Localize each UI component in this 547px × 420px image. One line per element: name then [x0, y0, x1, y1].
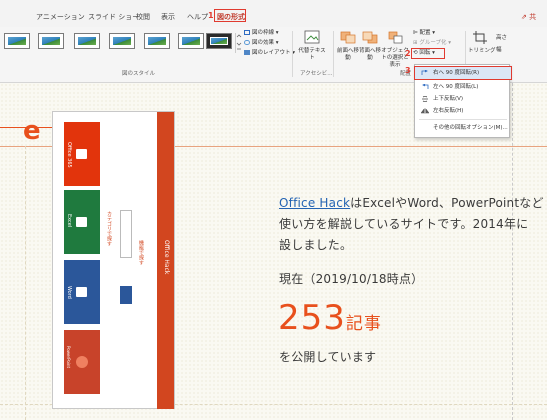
alt-text-button[interactable]: 代替テキスト — [298, 30, 326, 62]
crop-icon — [473, 31, 487, 44]
ribbon-tab-bar: アニメーション スライド ショー 校閲 表示 ヘルプ 1 図の形式 ⇗ 共 — [0, 0, 547, 27]
picture-border-button[interactable]: 図の枠線 ▾ — [244, 30, 279, 37]
send-backward-button[interactable]: 背面へ移動 — [359, 30, 381, 62]
office365-label: Office 365 — [66, 142, 72, 168]
picture-style-swatch[interactable] — [144, 33, 170, 49]
slide-title-fragment[interactable]: e — [23, 116, 41, 146]
intro-line-3: 設しました。 — [279, 238, 353, 252]
article-count: 253記事 — [278, 298, 382, 338]
gallery-more-icon — [236, 34, 242, 50]
group-label-picture-styles: 図のスタイル — [122, 71, 156, 77]
picture-layout-button[interactable]: 図のレイアウト ▾ — [244, 50, 295, 57]
bring-forward-icon — [340, 31, 356, 44]
picture-style-swatch[interactable] — [4, 33, 30, 49]
gallery-scroll[interactable] — [235, 33, 242, 53]
powerpoint-icon — [76, 356, 88, 368]
picture-border-icon — [244, 30, 250, 35]
group-button[interactable]: ⊞ グループ化 ▾ — [413, 40, 451, 47]
date-line: 現在（2019/10/18時点） — [279, 272, 424, 286]
tab-view[interactable]: 表示 — [161, 12, 175, 22]
rotate-left-icon — [422, 84, 429, 89]
office365-icon — [76, 149, 87, 159]
powerpoint-window: { "ribbon_tabs": ["アニメーション", "スライド ショー",… — [0, 0, 547, 420]
menu-item-rotate-left-90[interactable]: 左へ 90 度回転(L) — [415, 81, 511, 93]
tab-animations[interactable]: アニメーション — [36, 12, 85, 22]
intro-line-2: 使い方を解説しているサイトです。2014年に — [279, 217, 529, 231]
crop-button[interactable]: トリミング — [468, 30, 496, 55]
step-marker-3: 3 — [405, 66, 411, 75]
send-backward-icon — [362, 31, 378, 44]
width-field[interactable]: 幅 — [496, 47, 502, 54]
height-field[interactable]: 高さ — [496, 35, 507, 42]
step-marker-2: 2 — [405, 49, 411, 58]
intro-line-1: Office HackはExcelやWord、PowerPointなど — [279, 196, 544, 210]
tab-help[interactable]: ヘルプ — [187, 12, 208, 22]
bring-forward-button[interactable]: 前面へ移動 — [337, 30, 359, 62]
tab-picture-format[interactable]: 図の形式 — [217, 12, 245, 22]
picture-style-swatch[interactable] — [109, 33, 135, 49]
tab-review[interactable]: 校閲 — [136, 12, 150, 22]
image-placeholder-box — [120, 210, 132, 258]
picture-layout-icon — [244, 50, 250, 55]
powerpoint-label: PowerPoint — [66, 346, 71, 369]
guide-line — [512, 83, 513, 420]
excel-icon — [76, 217, 87, 227]
word-icon — [76, 287, 87, 297]
flip-horizontal-icon — [421, 108, 429, 114]
rotate-dropdown-menu: 右へ 90 度回転(R) 左へ 90 度回転(L) 上下反転(V) 左右反転(H… — [414, 64, 512, 138]
picture-style-swatch[interactable] — [38, 33, 64, 49]
rotate-button[interactable]: ⟲ 回転 ▾ — [413, 50, 435, 57]
menu-item-flip-horizontal[interactable]: 左右反転(H) — [415, 105, 511, 117]
step-marker-1: 1 — [208, 11, 214, 20]
share-button[interactable]: ⇗ 共 — [521, 12, 536, 22]
picture-style-swatch[interactable] — [178, 33, 204, 49]
guide-line — [25, 146, 26, 420]
category-caption: カテゴリで探す — [106, 211, 112, 246]
rotate-right-icon — [421, 70, 428, 75]
picture-effects-icon — [244, 40, 250, 45]
alt-text-icon — [304, 30, 320, 44]
picture-style-swatch[interactable] — [206, 33, 232, 49]
menu-item-more-rotation-options[interactable]: その他の回転オプション(M)... — [415, 122, 511, 134]
flip-vertical-icon — [422, 96, 428, 102]
published-line: を公開しています — [279, 350, 377, 364]
group-label-accessibility: アクセシビ... — [300, 71, 333, 77]
selection-pane-icon — [388, 31, 403, 44]
excel-label: Excel — [66, 214, 72, 228]
menu-item-rotate-right-90[interactable]: 右へ 90 度回転(R) — [414, 66, 512, 80]
align-button[interactable]: ⊫ 配置 ▾ — [413, 30, 435, 37]
image-placeholder-box — [120, 286, 132, 304]
band-label: Office Hack — [163, 240, 170, 275]
picture-style-swatch[interactable] — [74, 33, 100, 49]
menu-item-flip-vertical[interactable]: 上下反転(V) — [415, 93, 511, 105]
menu-separator — [419, 119, 507, 120]
picture-effects-button[interactable]: 図の効果 ▾ — [244, 40, 279, 47]
word-label: Word — [66, 286, 72, 299]
tab-slideshow[interactable]: スライド ショー — [88, 12, 139, 22]
function-caption: 機能で探す — [138, 240, 144, 265]
office-hack-link[interactable]: Office Hack — [279, 196, 350, 210]
